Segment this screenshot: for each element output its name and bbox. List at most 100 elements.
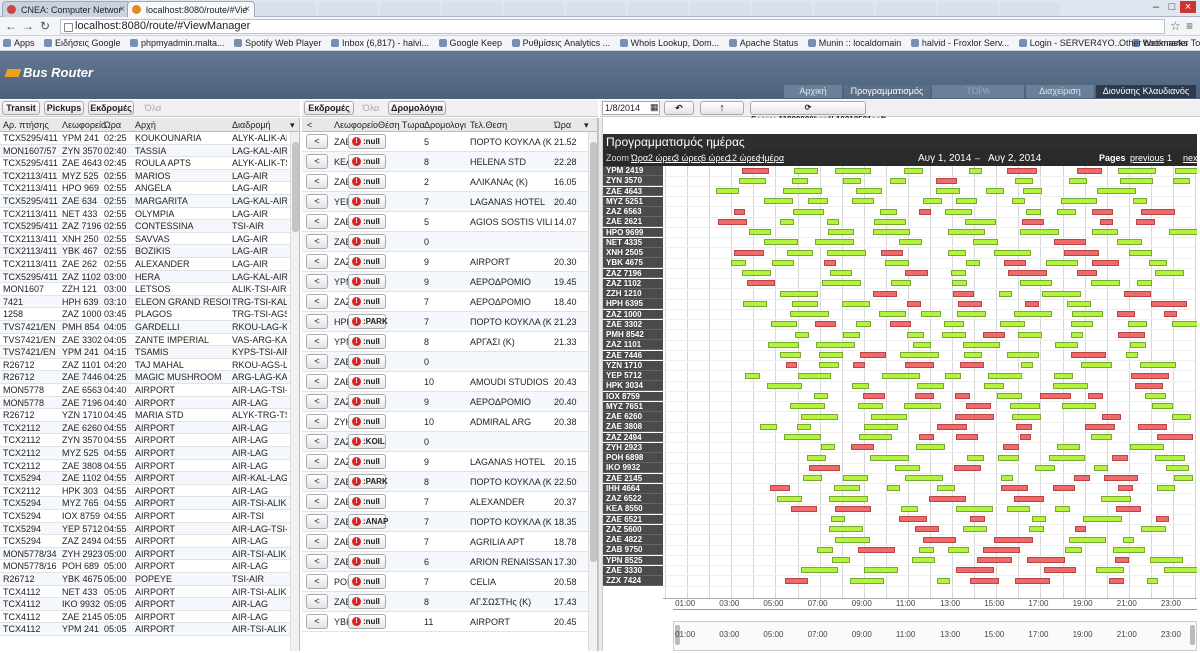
trip-bar[interactable] <box>899 352 939 358</box>
trip-bar[interactable] <box>1069 177 1088 184</box>
position-status-button[interactable]: :KOIL <box>348 434 386 449</box>
trip-bar[interactable] <box>955 434 979 440</box>
trip-bar[interactable] <box>996 393 1022 399</box>
position-status-button[interactable]: :PARK <box>348 474 388 489</box>
browser-tab-blurred[interactable] <box>318 2 378 16</box>
table-row[interactable]: TCX4112 IKO 9932 05:05 AIRPORT AIR-LAG <box>0 598 299 611</box>
table-row[interactable]: TCX2113/411 ZAE 262 02:55 ALEXANDER LAG-AIR <box>0 258 299 271</box>
trip-bar[interactable] <box>831 516 846 522</box>
table-row[interactable]: MON5778 ZAE 7196 04:40 AIRPORT AIR-LAG <box>0 396 299 410</box>
trip-bar[interactable] <box>936 177 958 184</box>
table-row[interactable]: <YBK 4675:null11AIRPORT20.45 <box>302 612 597 632</box>
trip-bar[interactable] <box>1137 280 1153 287</box>
assign-button[interactable]: < <box>306 474 328 489</box>
trip-bar[interactable] <box>1025 208 1042 215</box>
trip-bar[interactable] <box>1077 167 1103 174</box>
assign-button[interactable]: < <box>306 374 328 389</box>
trip-bar[interactable] <box>1010 403 1040 410</box>
position-status-button[interactable]: :null <box>348 614 386 629</box>
trip-bar[interactable] <box>962 341 1000 348</box>
table-row[interactable]: <ZAE 6219:null0 <box>302 352 597 372</box>
position-status-button[interactable]: :null <box>348 454 386 469</box>
trip-bar[interactable] <box>1108 577 1124 584</box>
trip-bar[interactable] <box>901 505 918 512</box>
trip-bar[interactable] <box>1053 382 1089 389</box>
trip-bar[interactable] <box>898 516 927 522</box>
trip-bar[interactable] <box>842 331 860 338</box>
trip-bar[interactable] <box>1003 444 1020 451</box>
trip-bar[interactable] <box>1139 362 1177 369</box>
trip-bar[interactable] <box>1073 475 1090 481</box>
trip-bar[interactable] <box>923 198 942 205</box>
trip-bar[interactable] <box>1052 485 1075 492</box>
browser-tab-localhost[interactable]: localhost:8080/route/#Vie × <box>127 1 255 17</box>
back-icon[interactable]: ← <box>5 19 17 33</box>
trip-bar[interactable] <box>1118 167 1157 174</box>
table-row[interactable]: <ZAZ 1102:null7ΑΕΡΟΔΡΟΜΙΟ18.40 <box>302 292 597 312</box>
table-row[interactable]: <YEP 5712:null7LAGANAS HOTEL20.40 <box>302 192 597 212</box>
table-row[interactable]: TCX2113/411 YBK 467 02:55 BOZIKIS LAG-AIR <box>0 245 299 258</box>
scrollbar[interactable] <box>290 132 299 651</box>
trip-bar[interactable] <box>832 557 851 563</box>
trip-bar[interactable] <box>780 352 801 358</box>
trip-bar[interactable] <box>936 485 955 492</box>
trip-bar[interactable] <box>730 259 747 266</box>
range-handle-right[interactable] <box>1190 625 1195 645</box>
assign-button[interactable]: < <box>306 174 328 189</box>
trip-bar[interactable] <box>993 536 1034 543</box>
trip-bar[interactable] <box>956 505 994 512</box>
trip-bar[interactable] <box>947 229 985 235</box>
trip-bar[interactable] <box>786 362 798 369</box>
trip-bar[interactable] <box>873 290 897 297</box>
trip-bar[interactable] <box>863 567 898 574</box>
trip-bar[interactable] <box>798 372 831 379</box>
browser-tab-blurred[interactable] <box>690 2 750 16</box>
trip-bar[interactable] <box>1055 341 1079 348</box>
table-row[interactable]: TCX5295/411 YPM 241 02:25 KOUKOUNARIA ALYK-A… <box>0 132 299 145</box>
table-row[interactable]: <ZAZ 4990:KOIL0 <box>302 432 597 452</box>
assign-button[interactable]: < <box>306 274 328 289</box>
nav-user[interactable]: Διονύσης Κλαυδιανός <box>1096 85 1196 98</box>
table-row[interactable]: 1258 ZAZ 100003:45 PLAGOS TRG-TSI-AGS-L <box>0 308 299 321</box>
position-status-button[interactable]: :null <box>348 154 386 169</box>
trip-bar[interactable] <box>1041 290 1081 297</box>
browser-tab-blurred[interactable] <box>814 2 874 16</box>
trip-bar[interactable] <box>1001 475 1014 481</box>
trip-bar[interactable] <box>1063 249 1099 256</box>
trip-bar[interactable] <box>857 403 884 410</box>
col-route-count[interactable]: Δρομολογι <box>424 120 466 130</box>
trip-bar[interactable] <box>779 218 795 225</box>
trip-bar[interactable] <box>944 372 961 379</box>
trip-bar[interactable] <box>1040 393 1072 399</box>
trip-bar[interactable] <box>1172 177 1191 184</box>
position-status-button[interactable]: :null <box>348 214 386 229</box>
browser-tab-cnea[interactable]: CNEA: Computer Networ × <box>2 1 130 17</box>
trip-bar[interactable] <box>1135 218 1156 225</box>
trip-bar[interactable] <box>793 208 825 215</box>
trip-bar[interactable] <box>984 382 1004 389</box>
trip-bar[interactable] <box>759 423 777 430</box>
trip-bar[interactable] <box>834 505 871 512</box>
table-row[interactable]: TCX2113/411 NET 433 02:55 OLYMPIA LAG-AIR <box>0 208 299 221</box>
app-logo[interactable]: Bus Router <box>4 65 93 80</box>
table-row[interactable]: <ZAE 2145:null7AGRILIA APT18.78 <box>302 532 597 552</box>
trip-bar[interactable] <box>972 239 999 246</box>
trip-bar[interactable] <box>1128 321 1147 328</box>
trip-bar[interactable] <box>770 321 798 328</box>
trip-bar[interactable] <box>842 300 871 307</box>
trip-bar[interactable] <box>1173 475 1194 481</box>
trip-bar[interactable] <box>733 249 764 256</box>
trip-bar[interactable] <box>792 300 819 307</box>
assign-button[interactable]: < <box>306 594 328 609</box>
trip-bar[interactable] <box>952 280 967 287</box>
trip-bar[interactable] <box>715 188 739 194</box>
trip-bar[interactable] <box>948 546 969 553</box>
next-link[interactable]: next <box>1183 153 1200 163</box>
trip-bar[interactable] <box>982 331 1006 338</box>
position-status-button[interactable]: :null <box>348 194 386 209</box>
table-row[interactable]: <ZAE 3808:ANAP7ΠΟΡΤΟ ΚΟΥΚΛΑ (Κ)18.35 <box>302 512 597 532</box>
col-route[interactable]: Διαδρομή <box>232 120 271 130</box>
trip-bar[interactable] <box>1018 331 1043 338</box>
trip-bar[interactable] <box>794 331 809 338</box>
position-status-button[interactable]: :ANAP <box>348 514 388 529</box>
